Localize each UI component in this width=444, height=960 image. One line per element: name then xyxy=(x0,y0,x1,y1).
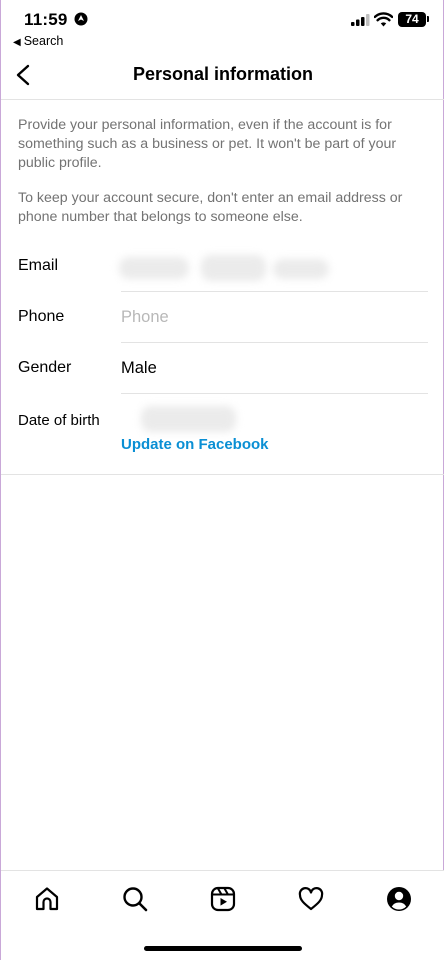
phone-label: Phone xyxy=(18,308,65,325)
search-icon[interactable] xyxy=(121,885,149,913)
phone-row[interactable]: Phone Phone xyxy=(1,306,444,346)
section-divider xyxy=(1,474,444,475)
profile-icon[interactable] xyxy=(385,885,413,913)
phone-input[interactable]: Phone xyxy=(121,308,169,327)
intro-paragraph-2: To keep your account secure, don't enter… xyxy=(18,190,403,225)
status-time: 11:59 xyxy=(24,10,68,29)
gender-row[interactable]: Gender Male xyxy=(1,357,444,397)
intro-text: Provide your personal information, even … xyxy=(18,116,434,227)
heart-icon[interactable] xyxy=(297,885,325,913)
email-row[interactable]: Email xyxy=(1,255,444,295)
location-icon xyxy=(74,12,88,26)
gender-label: Gender xyxy=(18,359,72,376)
email-value-blurred xyxy=(119,257,189,279)
email-divider xyxy=(121,291,428,292)
screen-frame: 11:59 ◀ Search 74 Personal information P… xyxy=(0,0,444,960)
home-icon[interactable] xyxy=(33,885,61,913)
status-bar: 11:59 ◀ Search 74 xyxy=(1,0,444,50)
gender-divider xyxy=(121,393,428,394)
cellular-signal-icon xyxy=(351,14,370,26)
dob-value-blurred xyxy=(141,406,236,432)
dob-label: Date of birth xyxy=(18,412,100,429)
page-title: Personal information xyxy=(132,64,314,84)
home-indicator[interactable] xyxy=(144,946,302,951)
battery-tip xyxy=(427,16,429,22)
phone-divider xyxy=(121,342,428,343)
email-label: Email xyxy=(18,257,59,274)
battery-icon: 74 xyxy=(398,12,426,27)
back-app-label: Search xyxy=(23,34,64,48)
back-triangle-icon: ◀ xyxy=(13,37,21,48)
reels-icon[interactable] xyxy=(209,885,237,913)
wifi-icon xyxy=(374,12,393,27)
email-value-blurred-3 xyxy=(273,259,329,279)
navigation-bar: Personal information xyxy=(1,50,444,100)
email-value-blurred-2 xyxy=(201,255,266,281)
intro-paragraph-1: Provide your personal information, even … xyxy=(18,117,397,171)
gender-value[interactable]: Male xyxy=(121,359,157,378)
update-on-facebook-link[interactable]: Update on Facebook xyxy=(121,436,269,453)
back-to-app[interactable]: ◀ Search xyxy=(13,34,63,48)
